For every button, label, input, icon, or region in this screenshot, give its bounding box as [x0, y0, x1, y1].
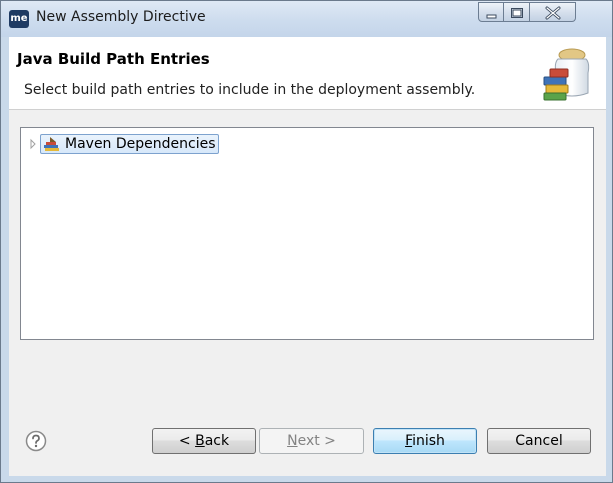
tree-item[interactable]: Maven Dependencies — [26, 134, 219, 154]
build-path-entries-tree[interactable]: Maven Dependencies — [20, 127, 594, 340]
back-mnemonic: B — [195, 433, 205, 449]
back-button[interactable]: < Back — [152, 428, 256, 454]
wizard-header: Java Build Path Entries Select build pat… — [9, 37, 606, 110]
maximize-button[interactable] — [504, 2, 530, 22]
close-button[interactable] — [530, 2, 576, 22]
tree-item-maven-dependencies[interactable]: Maven Dependencies — [40, 134, 219, 154]
window-title: New Assembly Directive — [36, 9, 206, 25]
cancel-button[interactable]: Cancel — [487, 428, 591, 454]
finish-button[interactable]: Finish — [373, 428, 477, 454]
page-description: Select build path entries to include in … — [24, 82, 476, 98]
next-label-rest: ext > — [297, 433, 336, 449]
tree-item-label: Maven Dependencies — [65, 136, 216, 152]
dialog-window: me New Assembly Directive Java Build Pat… — [0, 0, 613, 483]
back-label-prefix: < — [178, 433, 196, 449]
next-mnemonic: N — [287, 433, 298, 449]
maven-library-icon — [44, 137, 59, 151]
finish-label-rest: inish — [412, 433, 445, 449]
caption-buttons — [478, 2, 576, 22]
expand-arrow-icon[interactable] — [26, 134, 40, 154]
button-bar: < Back Next > Finish Cancel — [9, 408, 606, 476]
title-bar[interactable]: me New Assembly Directive — [1, 1, 612, 37]
back-label-rest: ack — [204, 433, 230, 449]
help-icon[interactable] — [25, 430, 47, 452]
minimize-icon — [486, 14, 497, 19]
page-title: Java Build Path Entries — [17, 50, 210, 68]
wizard-content: Maven Dependencies — [9, 110, 606, 408]
library-jar-icon — [536, 43, 600, 103]
app-logo-icon: me — [9, 10, 29, 28]
maximize-icon — [511, 8, 523, 18]
next-button[interactable]: Next > — [259, 428, 364, 454]
close-icon — [545, 6, 561, 20]
minimize-button[interactable] — [478, 2, 504, 22]
